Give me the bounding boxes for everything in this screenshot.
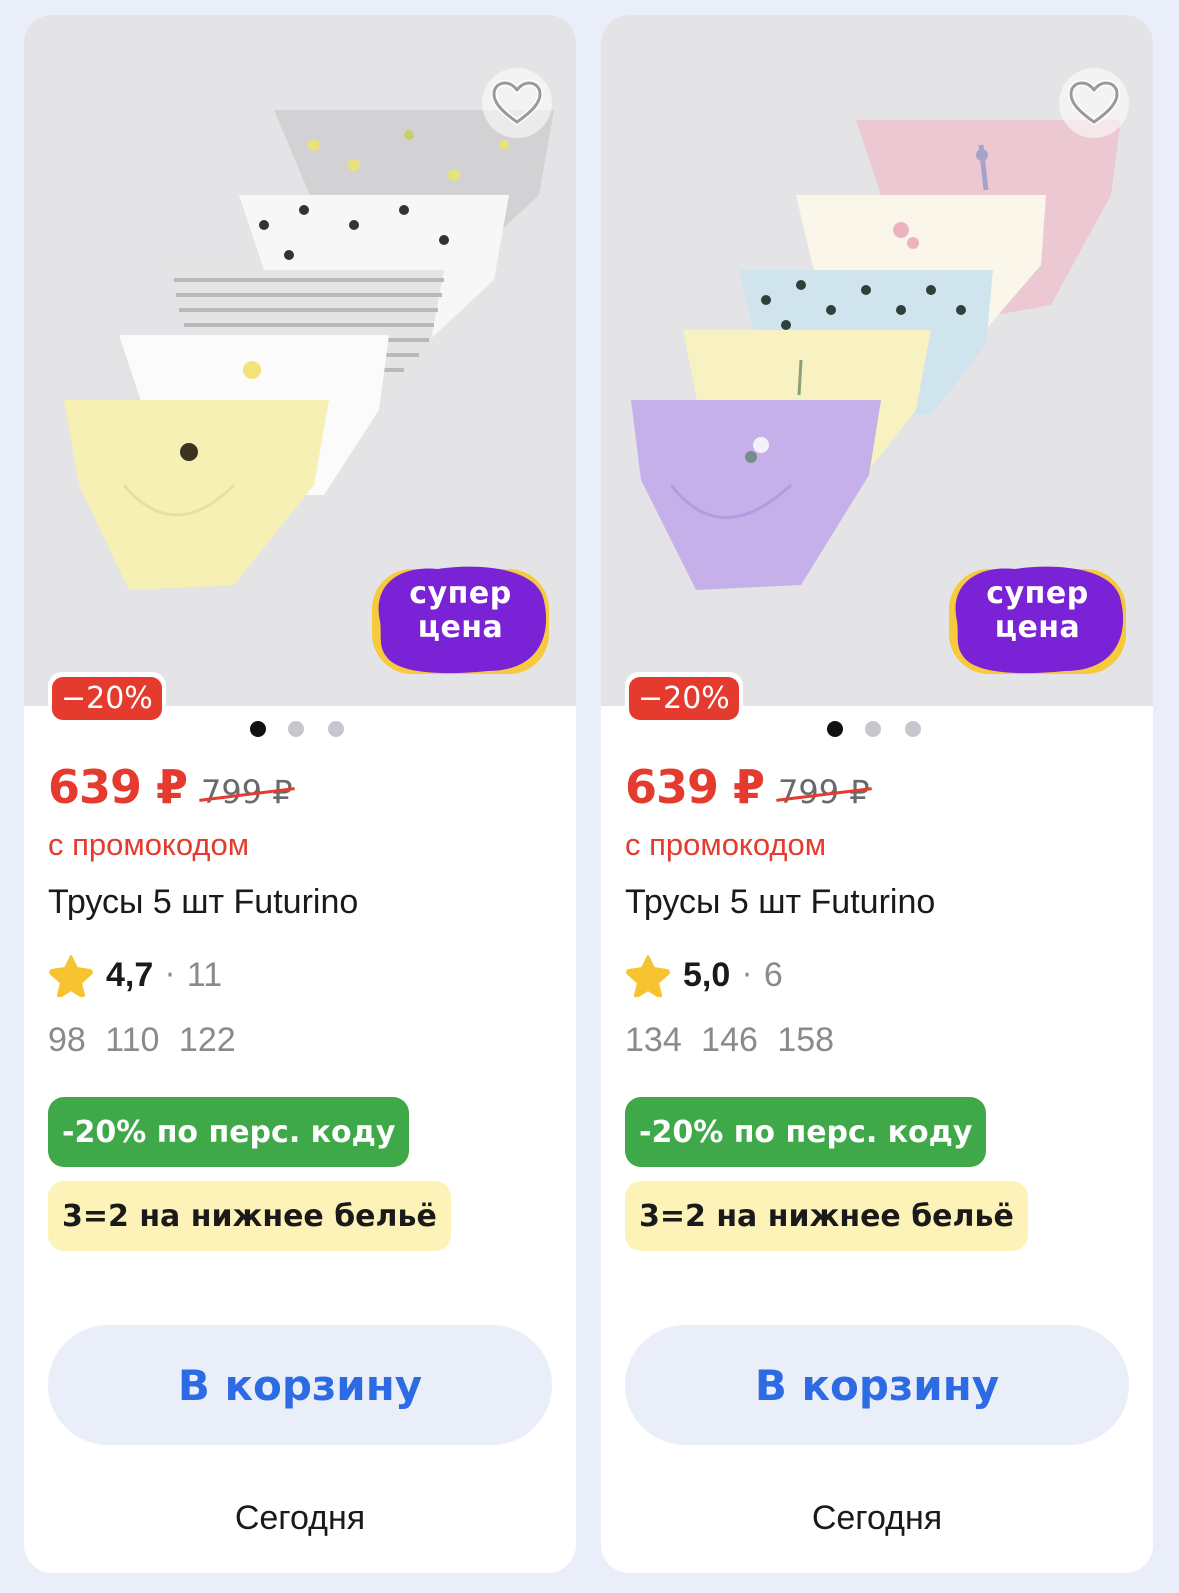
promo-code-badge: -20% по перс. коду	[625, 1097, 987, 1167]
review-count: 6	[763, 955, 783, 994]
current-price: 639 ₽	[625, 760, 765, 814]
product-card[interactable]: супер цена −20% 639 ₽ 799 ₽ с промокодом…	[24, 15, 576, 1573]
old-price: 799 ₽	[201, 773, 293, 811]
super-price-line2: цена	[417, 610, 504, 645]
pagination-dot-2[interactable]	[865, 721, 881, 737]
product-card[interactable]: супер цена −20% 639 ₽ 799 ₽ с промокодом…	[601, 15, 1153, 1573]
super-price-badge: супер цена	[368, 561, 553, 678]
rating[interactable]: 5,0 · 6	[625, 950, 783, 1000]
offer-badge: 3=2 на нижнее бельё	[48, 1181, 451, 1251]
pagination-dot-1[interactable]	[827, 721, 843, 737]
pagination-dot-3[interactable]	[328, 721, 344, 737]
discount-label: −20%	[52, 677, 162, 720]
available-sizes: 134 146 158	[625, 1021, 835, 1059]
favorite-button[interactable]	[482, 68, 552, 138]
super-price-line2: цена	[994, 610, 1081, 645]
favorite-button[interactable]	[1059, 68, 1129, 138]
discount-label: −20%	[629, 677, 739, 720]
product-title[interactable]: Трусы 5 шт Futurino	[48, 883, 358, 922]
current-price: 639 ₽	[48, 760, 188, 814]
delivery-date: Сегодня	[811, 1499, 943, 1537]
image-pagination[interactable]	[24, 721, 576, 741]
available-sizes: 98 110 122	[48, 1021, 236, 1059]
add-to-cart-button[interactable]: В корзину	[48, 1325, 552, 1445]
super-price-line1: супер	[986, 576, 1089, 611]
rating-score: 4,7	[106, 955, 154, 994]
product-image[interactable]: супер цена	[24, 15, 576, 706]
promo-code-badge: -20% по перс. коду	[48, 1097, 410, 1167]
heart-icon	[1068, 80, 1120, 125]
delivery-date: Сегодня	[234, 1499, 366, 1537]
product-title[interactable]: Трусы 5 шт Futurino	[625, 883, 935, 922]
heart-icon	[491, 80, 543, 125]
review-count: 11	[186, 955, 223, 994]
rating-score: 5,0	[683, 955, 731, 994]
pagination-dot-1[interactable]	[250, 721, 266, 737]
promo-note: с промокодом	[48, 827, 250, 862]
image-pagination[interactable]	[601, 721, 1153, 741]
add-to-cart-button[interactable]: В корзину	[625, 1325, 1129, 1445]
pagination-dot-2[interactable]	[288, 721, 304, 737]
price-row: 639 ₽ 799 ₽	[48, 760, 293, 820]
super-price-line1: супер	[409, 576, 512, 611]
offer-badge: 3=2 на нижнее бельё	[625, 1181, 1028, 1251]
promo-note: с промокодом	[625, 827, 827, 862]
super-price-badge: супер цена	[945, 561, 1130, 678]
discount-badge: −20%	[48, 672, 166, 725]
rating[interactable]: 4,7 · 11	[48, 950, 222, 1000]
price-row: 639 ₽ 799 ₽	[625, 760, 870, 820]
discount-badge: −20%	[625, 672, 743, 725]
product-image[interactable]: супер цена	[601, 15, 1153, 706]
pagination-dot-3[interactable]	[905, 721, 921, 737]
star-icon	[49, 955, 93, 997]
rating-separator: ·	[165, 957, 175, 993]
rating-separator: ·	[742, 957, 752, 993]
old-price: 799 ₽	[778, 773, 870, 811]
star-icon	[626, 955, 670, 997]
